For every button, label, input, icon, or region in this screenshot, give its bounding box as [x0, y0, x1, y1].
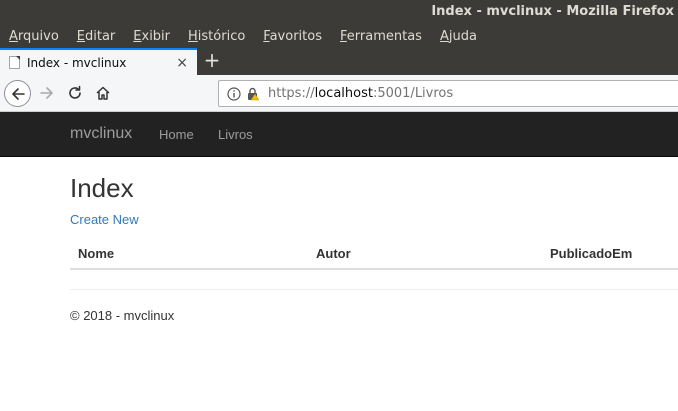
arrow-left-icon: [11, 87, 25, 100]
nav-link-livros[interactable]: Livros: [218, 127, 253, 142]
tab-index-mvclinux[interactable]: Index - mvclinux ×: [0, 48, 197, 75]
menu-editar[interactable]: Editar: [77, 29, 116, 44]
nav-link-home[interactable]: Home: [159, 127, 194, 142]
column-header-nome: Nome: [78, 246, 115, 261]
column-header-autor: Autor: [316, 246, 351, 261]
page-title: Index: [70, 173, 134, 203]
site-navbar: mvclinux Home Livros: [0, 112, 678, 157]
back-button[interactable]: [4, 80, 31, 107]
page-favicon-icon: [9, 56, 20, 69]
home-icon: [96, 86, 110, 100]
arrow-right-icon: [40, 87, 53, 99]
tab-close-icon[interactable]: ×: [176, 55, 188, 71]
reload-button[interactable]: [63, 81, 87, 105]
window-title: Index - mvclinux - Mozilla Firefox: [431, 4, 674, 19]
nav-toolbar: https://localhost:5001/Livros: [0, 75, 678, 112]
menu-arquivo[interactable]: Arquivo: [9, 29, 59, 44]
insecure-lock-icon[interactable]: [246, 87, 260, 101]
menu-exibir[interactable]: Exibir: [133, 29, 170, 44]
forward-button[interactable]: [35, 81, 59, 105]
new-tab-button[interactable]: +: [203, 48, 221, 75]
column-header-publicadoem: PublicadoEm: [550, 246, 633, 261]
url-bar[interactable]: https://localhost:5001/Livros: [218, 80, 678, 107]
url-scheme: https://: [268, 86, 315, 101]
menu-ajuda[interactable]: Ajuda: [440, 29, 477, 44]
url-host: localhost: [314, 86, 373, 101]
menu-bar: Arquivo Editar Exibir Histórico Favorito…: [0, 24, 678, 48]
footer-divider: [70, 289, 678, 290]
menu-ferramentas[interactable]: Ferramentas: [340, 29, 422, 44]
footer-copyright: © 2018 - mvclinux: [70, 308, 175, 323]
home-button[interactable]: [91, 81, 115, 105]
info-icon[interactable]: [227, 86, 241, 101]
site-brand-link[interactable]: mvclinux: [70, 125, 132, 143]
create-new-link[interactable]: Create New: [70, 212, 139, 227]
menu-historico[interactable]: Histórico: [188, 29, 245, 44]
window-titlebar: Index - mvclinux - Mozilla Firefox: [0, 0, 678, 24]
reload-icon: [69, 85, 81, 99]
table-header-row: Nome Autor PublicadoEm: [70, 237, 678, 270]
url-text: https://localhost:5001/Livros: [268, 86, 453, 101]
url-path: :5001/Livros: [372, 86, 454, 101]
tab-strip: Index - mvclinux × +: [0, 48, 678, 75]
tab-title: Index - mvclinux: [27, 55, 127, 70]
menu-favoritos[interactable]: Favoritos: [263, 29, 322, 44]
